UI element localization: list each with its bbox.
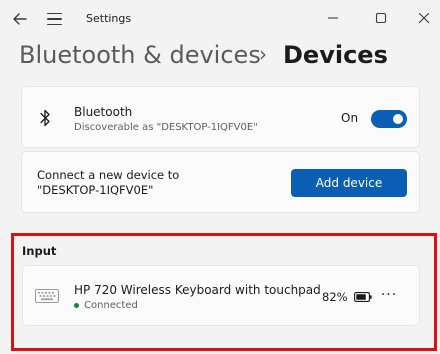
maximize-button[interactable] (369, 8, 393, 28)
bluetooth-icon (40, 109, 50, 127)
back-button[interactable] (10, 9, 30, 29)
minimize-icon (328, 17, 338, 19)
bluetooth-toggle[interactable] (371, 110, 407, 128)
breadcrumb-separator: › (259, 42, 267, 66)
connect-device-text: Connect a new device to "DESKTOP-1IQFV0E… (37, 168, 180, 197)
page-title: Devices (283, 41, 388, 69)
maximize-icon (375, 12, 387, 24)
toggle-knob (393, 114, 403, 124)
breadcrumb-parent[interactable]: Bluetooth & devices (19, 41, 261, 69)
bluetooth-title: Bluetooth (74, 105, 133, 119)
bluetooth-state-label: On (341, 111, 359, 125)
close-button[interactable] (412, 8, 436, 28)
minimize-button[interactable] (321, 8, 345, 28)
back-arrow-icon (13, 13, 27, 25)
highlight-box (11, 233, 437, 351)
hamburger-menu-icon (47, 12, 62, 15)
app-title: Settings (86, 12, 132, 25)
close-icon (418, 12, 430, 24)
add-device-button[interactable]: Add device (291, 169, 407, 197)
bluetooth-discoverable-text: Discoverable as "DESKTOP-1IQFV0E" (74, 122, 258, 133)
navigation-menu-button[interactable] (47, 10, 67, 28)
